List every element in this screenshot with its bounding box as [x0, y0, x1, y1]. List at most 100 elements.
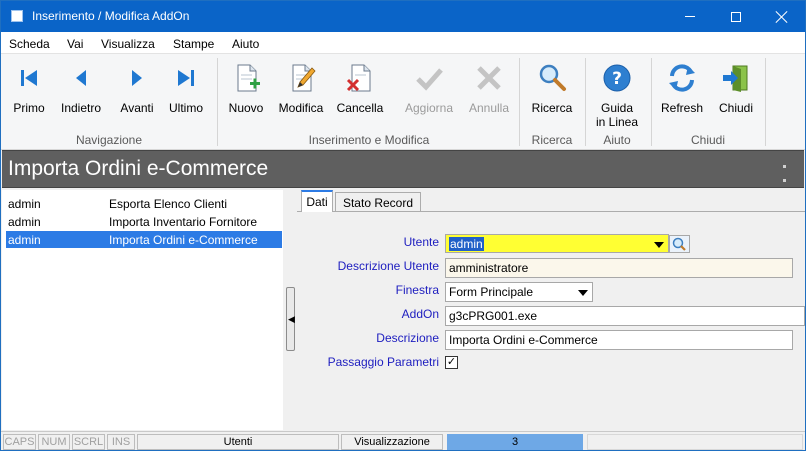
list-item[interactable]: admin Esporta Elenco Clienti	[6, 195, 282, 212]
list-item-name: Importa Inventario Fornitore	[109, 215, 258, 229]
modifica-label: Modifica	[278, 101, 324, 115]
primo-label: Primo	[13, 101, 45, 115]
annulla-button[interactable]: Annulla	[465, 62, 513, 132]
list-item-user: admin	[8, 215, 41, 229]
descrizione-utente-field[interactable]: amministratore	[445, 258, 793, 278]
close-window-button[interactable]	[759, 1, 805, 32]
first-record-icon	[13, 62, 45, 94]
status-empty-panel	[587, 434, 803, 450]
delete-document-icon	[344, 62, 376, 94]
chevron-left-icon: ◀	[288, 314, 295, 324]
ultimo-label: Ultimo	[168, 101, 203, 115]
ribbon-toolbar: Primo Indietro Avanti Ultimo Navigazione	[1, 54, 805, 150]
collapse-panel-button[interactable]: ◀	[286, 287, 295, 351]
menu-bar: Scheda Vai Visualizza Stampe Aiuto	[1, 32, 805, 54]
addon-field[interactable]: g3cPRG001.exe	[445, 306, 805, 326]
tab-stato-record[interactable]: Stato Record	[335, 192, 421, 212]
aggiorna-button[interactable]: Aggiorna	[401, 62, 457, 132]
header-grip	[783, 179, 786, 182]
list-item-user: admin	[8, 233, 41, 247]
menu-scheda[interactable]: Scheda	[9, 37, 50, 51]
status-num: NUM	[38, 434, 70, 450]
avanti-button[interactable]: Avanti	[115, 62, 159, 132]
refresh-button[interactable]: Refresh	[657, 62, 707, 132]
utente-combo[interactable]: admin	[445, 234, 669, 253]
list-item-selected[interactable]: admin Importa Ordini e-Commerce	[6, 231, 282, 248]
maximize-icon	[731, 11, 741, 22]
list-item-name: Esporta Elenco Clienti	[109, 197, 228, 211]
ribbon-separator	[651, 58, 652, 146]
header-grip	[783, 165, 786, 168]
group-chiudi-title: Chiudi	[690, 133, 726, 147]
panel-splitter[interactable]: ◀	[283, 190, 297, 430]
magnifier-icon	[672, 237, 686, 251]
indietro-label: Indietro	[60, 101, 102, 115]
passaggio-parametri-label: Passaggio Parametri	[327, 355, 439, 369]
descrizione-field[interactable]: Importa Ordini e-Commerce	[445, 330, 793, 350]
list-item-name: Importa Ordini e-Commerce	[109, 233, 258, 247]
ribbon-separator	[585, 58, 586, 146]
aggiorna-label: Aggiorna	[404, 101, 454, 115]
ultimo-button[interactable]: Ultimo	[165, 62, 207, 132]
svg-text:?: ?	[612, 69, 622, 89]
ricerca-button[interactable]: Ricerca	[527, 62, 577, 132]
status-scrl: SCRL	[72, 434, 105, 450]
nuovo-button[interactable]: Nuovo	[225, 62, 267, 132]
next-record-icon	[121, 62, 153, 94]
tab-strip-line	[297, 211, 805, 212]
checkmark-icon	[413, 62, 445, 94]
minimize-icon	[685, 16, 695, 17]
chevron-down-icon	[654, 242, 664, 248]
chiudi-label: Chiudi	[718, 101, 754, 115]
descrizione-utente-label: Descrizione Utente	[337, 259, 439, 273]
window-title: Inserimento / Modifica AddOn	[32, 9, 190, 23]
previous-record-icon	[65, 62, 97, 94]
guida-label-line2: in Linea	[595, 115, 639, 129]
menu-stampe[interactable]: Stampe	[173, 37, 214, 51]
status-mode: Visualizzazione	[341, 434, 443, 450]
cancella-button[interactable]: Cancella	[335, 62, 385, 132]
chiudi-button[interactable]: Chiudi	[713, 62, 759, 132]
list-item[interactable]: admin Importa Inventario Fornitore	[6, 213, 282, 230]
refresh-label: Refresh	[660, 101, 704, 115]
new-document-icon	[230, 62, 262, 94]
status-caps: CAPS	[3, 434, 36, 450]
list-item-user: admin	[8, 197, 41, 211]
maximize-button[interactable]	[713, 1, 759, 32]
ribbon-separator	[217, 58, 218, 146]
magnifier-icon	[536, 62, 568, 94]
indietro-button[interactable]: Indietro	[57, 62, 105, 132]
record-header: Importa Ordini e-Commerce	[2, 150, 804, 188]
finestra-label: Finestra	[395, 283, 439, 297]
group-aiuto-title: Aiuto	[603, 133, 631, 147]
group-navigazione-title: Navigazione	[75, 133, 143, 147]
group-ricerca-title: Ricerca	[531, 133, 573, 147]
passaggio-parametri-checkbox[interactable]: ✓	[445, 356, 458, 369]
minimize-button[interactable]	[667, 1, 713, 32]
menu-aiuto[interactable]: Aiuto	[232, 37, 259, 51]
records-list: admin Esporta Elenco Clienti admin Impor…	[2, 190, 283, 430]
close-icon	[776, 11, 788, 23]
primo-button[interactable]: Primo	[9, 62, 49, 132]
utente-lookup-button[interactable]	[669, 235, 690, 253]
main-window: Inserimento / Modifica AddOn Scheda Vai …	[0, 0, 806, 451]
record-title: Importa Ordini e-Commerce	[8, 157, 269, 180]
exit-door-icon	[720, 62, 752, 94]
guida-in-linea-button[interactable]: ? Guida in Linea	[591, 62, 643, 132]
modifica-button[interactable]: Modifica	[277, 62, 325, 132]
app-icon	[11, 10, 23, 22]
finestra-select[interactable]: Form Principale	[445, 282, 593, 302]
refresh-icon	[666, 62, 698, 94]
menu-visualizza[interactable]: Visualizza	[101, 37, 155, 51]
cancel-x-icon	[473, 62, 505, 94]
group-inserimento-title: Inserimento e Modifica	[308, 133, 430, 147]
nuovo-label: Nuovo	[228, 101, 264, 115]
status-table-name: Utenti	[137, 434, 339, 450]
menu-vai[interactable]: Vai	[67, 37, 83, 51]
ribbon-separator	[519, 58, 520, 146]
finestra-value: Form Principale	[449, 285, 534, 299]
tab-dati[interactable]: Dati	[301, 190, 333, 212]
ribbon-separator	[765, 58, 766, 146]
status-record-count: 3	[447, 434, 583, 450]
title-bar: Inserimento / Modifica AddOn	[1, 1, 805, 32]
